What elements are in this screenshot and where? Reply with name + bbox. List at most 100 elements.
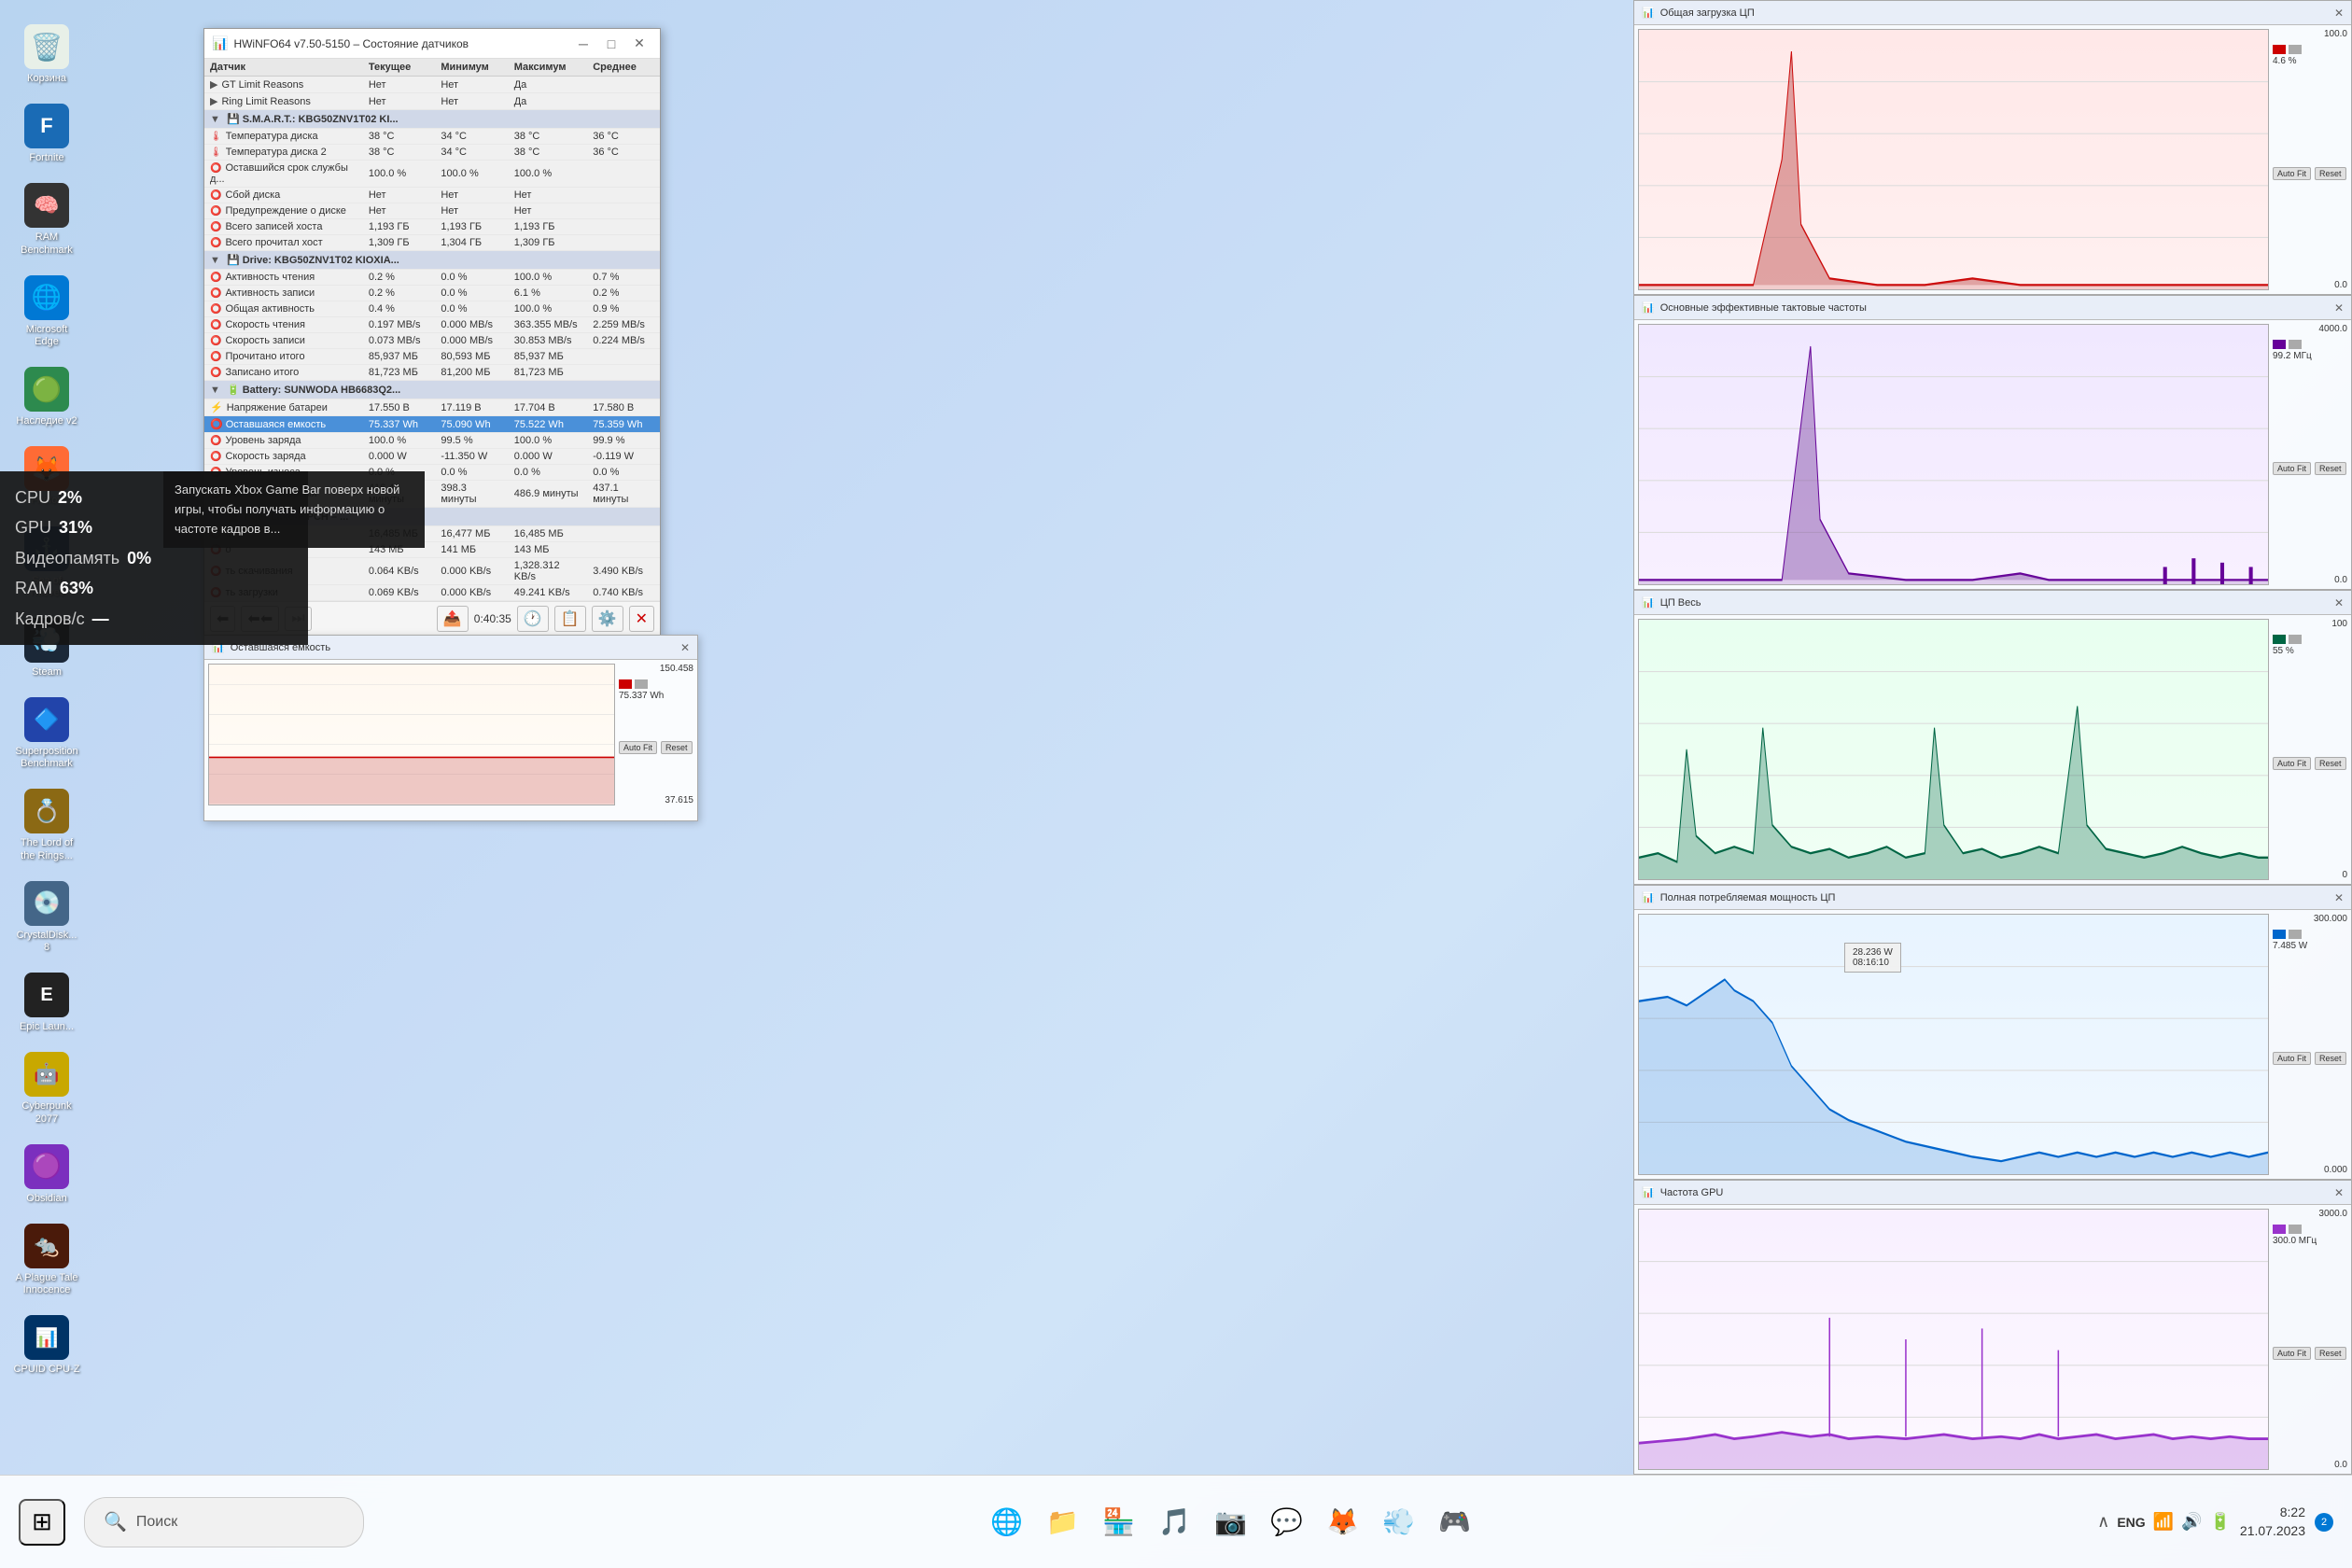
table-row[interactable]: ⭕Активность записи 0.2 %0.0 %6.1 %0.2 % [204,286,660,301]
toolbar-settings-button[interactable]: ⚙️ [592,606,623,632]
power-auto-fit-button[interactable]: Auto Fit [2273,1052,2311,1065]
section-drive: ▼ 💾 Drive: KBG50ZNV1T02 KIOXIA... [204,251,660,270]
volume-icon[interactable]: 🔊 [2181,1512,2202,1532]
legend-color-gray [635,679,648,689]
hwinfo-title-label: HWiNFO64 v7.50-5150 – Состояние датчиков [233,37,469,50]
power-reset-button[interactable]: Reset [2315,1052,2346,1065]
cpu-reset-button[interactable]: Reset [2315,167,2346,180]
table-row[interactable]: ▶Ring Limit Reasons НетНетДа [204,93,660,110]
desktop-icon-edge[interactable]: 🌐 Microsoft Edge [9,270,84,354]
remaining-capacity-sidebar: 150.458 75.337 Wh Auto Fit Reset 37.615 [619,664,693,805]
table-row[interactable]: ⭕Скорость чтения 0.197 MB/s0.000 MB/s363… [204,317,660,333]
cpu-auto-fit-button[interactable]: Auto Fit [2273,167,2311,180]
cpu-load-close[interactable]: ✕ [2334,7,2344,20]
desktop-icon-recycle-bin[interactable]: 🗑️ Корзина [9,19,84,91]
table-row[interactable]: ⭕Общая активность 0.4 %0.0 %100.0 %0.9 % [204,301,660,317]
cpu-freq-close[interactable]: ✕ [2334,301,2344,315]
cpu-all-reset-button[interactable]: Reset [2315,757,2346,770]
taskbar: ⊞ 🔍 Поиск 🌐 📁 🏪 🎵 📷 💬 🦊 💨 🎮 ∧ ENG 📶 🔊 🔋 … [0,1475,2352,1568]
desktop-icon-epic[interactable]: E Epic Laun... [9,967,84,1039]
cpu-power-content: 28.236 W 08:16:10 300.000 7.485 W Auto F… [1634,910,2351,1179]
desktop-icon-cpu-id[interactable]: 📊 CPUID CPU-Z [9,1309,84,1381]
cpu-all-content: 100 55 % Auto Fit Reset 0 [1634,615,2351,884]
auto-fit-button[interactable]: Auto Fit [619,741,657,754]
cpu-all-auto-fit-button[interactable]: Auto Fit [2273,757,2311,770]
table-row[interactable]: ⭕Скорость заряда 0.000 W-11.350 W0.000 W… [204,449,660,465]
desktop-icon-lord-rings[interactable]: 💍 The Lord of the Rings... [9,783,84,867]
table-row[interactable]: ⚡Напряжение батареи 17.550 В17.119 В17.7… [204,399,660,416]
table-row[interactable]: ⭕Записано итого 81,723 МБ81,200 МБ81,723… [204,365,660,381]
table-row[interactable]: ▶GT Limit Reasons НетНетДа [204,77,660,93]
taskbar-app-store[interactable]: 🏪 [1094,1497,1144,1547]
toolbar-clock-button[interactable]: 🕐 [517,606,549,632]
desktop-icon-obsidian[interactable]: 🟣 Obsidian [9,1139,84,1211]
taskbar-app-photos[interactable]: 📷 [1206,1497,1256,1547]
table-row[interactable]: ⭕Сбой диска НетНетНет [204,188,660,203]
reset-button[interactable]: Reset [661,741,693,754]
overlay-gpu-label: GPU [15,512,51,542]
hwinfo-minimize-button[interactable]: ─ [570,35,596,53]
desktop-icon-nasledie[interactable]: 🟢 Наследие v2 [9,361,84,433]
overlay-ram-row: RAM 63% [15,573,293,603]
wifi-icon[interactable]: 📶 [2153,1512,2174,1532]
taskbar-app-files[interactable]: 📁 [1038,1497,1088,1547]
taskbar-app-steam[interactable]: 💨 [1374,1497,1424,1547]
gpu-freq-close[interactable]: ✕ [2334,1186,2344,1199]
taskbar-app-firefox[interactable]: 🦊 [1318,1497,1368,1547]
overlay-hint: Запускать Xbox Game Bar поверх новой игр… [163,471,425,548]
table-row[interactable]: ⭕Уровень заряда 100.0 %99.5 %100.0 %99.9… [204,433,660,449]
cpu-power-close[interactable]: ✕ [2334,891,2344,904]
battery-icon[interactable]: 🔋 [2210,1512,2231,1532]
cpu-all-close[interactable]: ✕ [2334,596,2344,609]
notification-badge[interactable]: 2 [2315,1513,2333,1532]
toolbar-export-button[interactable]: 📤 [437,606,469,632]
gpu-legend-gray [2289,1225,2302,1234]
taskbar-app-music[interactable]: 🎵 [1150,1497,1200,1547]
freq-auto-fit-button[interactable]: Auto Fit [2273,462,2311,475]
overlay-gpu-value: 31% [59,512,92,542]
taskbar-clock[interactable]: 8:22 21.07.2023 [2240,1504,2305,1540]
taskbar-search[interactable]: 🔍 Поиск [84,1497,364,1547]
cpu-power-title-left: 📊 Полная потребляемая мощность ЦП [1642,891,1835,903]
freq-reset-button[interactable]: Reset [2315,462,2346,475]
hwinfo-maximize-button[interactable]: □ [598,35,624,53]
remaining-capacity-close[interactable]: ✕ [680,641,690,654]
tray-arrow-icon[interactable]: ∧ [2097,1512,2109,1532]
toolbar-copy-button[interactable]: 📋 [554,606,586,632]
table-row[interactable]: 🌡Температура диска 2 38 °C34 °C38 °C36 °… [204,145,660,161]
gpu-auto-fit-button[interactable]: Auto Fit [2273,1347,2311,1360]
start-button[interactable]: ⊞ [19,1499,65,1546]
table-row-highlighted[interactable]: ⭕ Оставшаяся емкость 75.337 Wh75.090 Wh7… [204,416,660,433]
cpu-power-buttons: Auto Fit Reset [2273,1052,2347,1065]
toolbar-timer: 0:40:35 [474,612,511,625]
taskbar-app-browser[interactable]: 🌐 [982,1497,1032,1547]
gpu-legend-purple [2273,1225,2286,1234]
taskbar-app-discord[interactable]: 💬 [1262,1497,1312,1547]
desktop-icon-plague-tale[interactable]: 🐀 A Plague Tale Innocence [9,1218,84,1302]
toolbar-close-button[interactable]: ✕ [629,606,654,632]
desktop-icon-cyberpunk[interactable]: 🤖 Cyberpunk 2077 [9,1046,84,1130]
table-row[interactable]: ⭕Активность чтения 0.2 %0.0 %100.0 %0.7 … [204,270,660,286]
table-row[interactable]: ⭕Всего прочитал хост 1,309 ГБ1,304 ГБ1,3… [204,235,660,251]
gpu-reset-button[interactable]: Reset [2315,1347,2346,1360]
desktop-icon-ram-benchmark[interactable]: 🧠 RAM Benchmark [9,177,84,261]
table-row[interactable]: ⭕Оставшийся срок службы д... 100.0 %100.… [204,161,660,188]
cpu-load-value: 4.6 % [2273,56,2347,66]
table-row[interactable]: ⭕Предупреждение о диске НетНетНет [204,203,660,219]
taskbar-app-game[interactable]: 🎮 [1430,1497,1480,1547]
overlay-ram-value: 63% [60,573,93,603]
desktop-icon-superposition[interactable]: 🔷 Superposition Benchmark [9,692,84,776]
table-row[interactable]: ⭕Прочитано итого 85,937 МБ80,593 МБ85,93… [204,349,660,365]
table-row[interactable]: ⭕Всего записей хоста 1,193 ГБ1,193 ГБ1,1… [204,219,660,235]
gpu-freq-titlebar: 📊 Частота GPU ✕ [1634,1181,2351,1205]
gpu-freq-content: 3000.0 300.0 МГц Auto Fit Reset 0.0 [1634,1205,2351,1474]
taskbar-right: ∧ ENG 📶 🔊 🔋 8:22 21.07.2023 2 [2097,1504,2333,1540]
desktop-icon-fortnite[interactable]: F Fortnite [9,98,84,170]
cpu-freq-graph-window: 📊 Основные эффективные тактовые частоты … [1633,295,2352,590]
desktop-icon-crystal-disk[interactable]: 💿 CrystalDisk... 8 [9,875,84,959]
cpu-freq-title: Основные эффективные тактовые частоты [1660,302,1867,314]
cpu-load-graph-area [1638,29,2269,290]
table-row[interactable]: ⭕Скорость записи 0.073 MB/s0.000 MB/s30.… [204,333,660,349]
table-row[interactable]: 🌡Температура диска 38 °C34 °C38 °C36 °C [204,129,660,145]
hwinfo-close-button[interactable]: ✕ [626,35,652,53]
